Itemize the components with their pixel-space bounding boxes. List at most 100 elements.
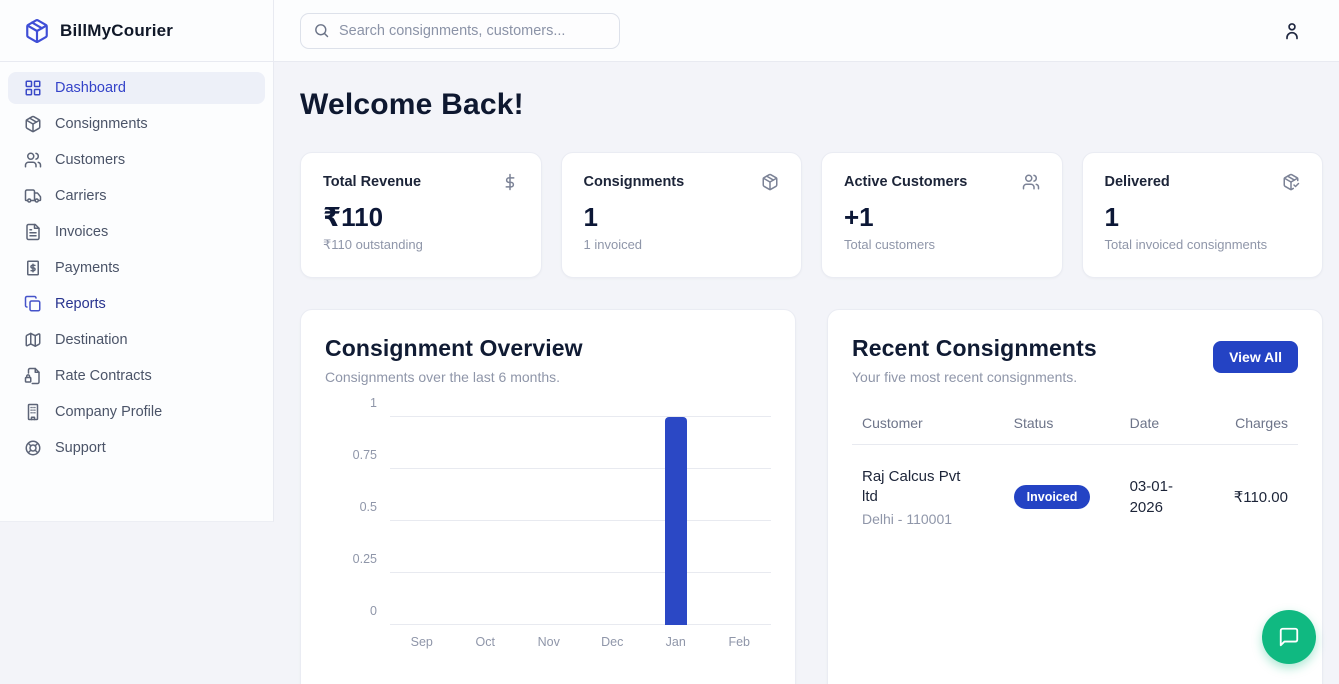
sidebar-item-label: Dashboard (55, 80, 126, 96)
dollar-icon (501, 173, 519, 191)
truck-icon (24, 187, 42, 205)
chart-x-tick-label: Nov (517, 635, 581, 649)
status-badge: Invoiced (1014, 485, 1091, 509)
search-input[interactable] (339, 23, 607, 39)
sidebar-item-label: Invoices (55, 224, 108, 240)
table-row[interactable]: Raj Calcus Pvt ltd Delhi - 110001 Invoic… (852, 445, 1298, 537)
brand: BillMyCourier (0, 0, 273, 62)
stat-subtext: Total customers (844, 237, 1040, 252)
user-menu-button[interactable] (1282, 21, 1302, 41)
sidebar-item-company-profile[interactable]: Company Profile (8, 396, 265, 428)
stat-card-consignments: Consignments 1 1 invoiced (561, 152, 803, 278)
sidebar-item-support[interactable]: Support (8, 432, 265, 464)
sidebar-item-label: Support (55, 440, 106, 456)
sidebar-item-label: Consignments (55, 116, 148, 132)
topbar (274, 0, 1339, 62)
col-header-charges: Charges (1218, 409, 1298, 445)
chart-bar[interactable] (665, 417, 687, 625)
customer-name: Raj Calcus Pvt ltd (862, 467, 968, 508)
stat-value: 1 (584, 202, 780, 233)
sidebar-item-rate-contracts[interactable]: Rate Contracts (8, 360, 265, 392)
chart-bar-column (390, 417, 454, 625)
bar-chart: 00.250.50.751 SepOctNovDecJanFeb (325, 417, 771, 649)
stat-value: ₹110 (323, 202, 519, 233)
file-lock-icon (24, 367, 42, 385)
stat-value: +1 (844, 202, 1040, 233)
chart-y-tick-label: 0 (325, 604, 377, 618)
copy-icon (24, 295, 42, 313)
chart-plot: 00.250.50.751 (390, 417, 771, 625)
sidebar-item-label: Rate Contracts (55, 368, 152, 384)
recent-consignments-card: Recent Consignments Your five most recen… (827, 309, 1323, 684)
sidebar-item-label: Payments (55, 260, 119, 276)
sidebar-item-payments[interactable]: Payments (8, 252, 265, 284)
stat-title: Total Revenue (323, 174, 421, 190)
users-icon (1022, 173, 1040, 191)
search-icon (313, 22, 330, 39)
stat-title: Delivered (1105, 174, 1170, 190)
chart-bar-column (581, 417, 645, 625)
chart-y-tick-label: 0.75 (325, 448, 377, 462)
chart-subtitle: Consignments over the last 6 months. (325, 369, 771, 385)
chart-bars (390, 417, 771, 625)
sidebar-nav: Dashboard Consignments Customers Carrier… (0, 62, 273, 478)
sidebar-item-consignments[interactable]: Consignments (8, 108, 265, 140)
chat-button[interactable] (1262, 610, 1316, 664)
recent-subtitle: Your five most recent consignments. (852, 369, 1097, 385)
stat-card-total-revenue: Total Revenue ₹110 ₹110 outstanding (300, 152, 542, 278)
brand-name: BillMyCourier (60, 21, 173, 41)
sidebar-item-label: Company Profile (55, 404, 162, 420)
stat-card-active-customers: Active Customers +1 Total customers (821, 152, 1063, 278)
sidebar-item-destination[interactable]: Destination (8, 324, 265, 356)
consignment-overview-card: Consignment Overview Consignments over t… (300, 309, 796, 684)
sidebar-item-customers[interactable]: Customers (8, 144, 265, 176)
chart-bar-column (454, 417, 518, 625)
chart-bar-column (517, 417, 581, 625)
stats-row: Total Revenue ₹110 ₹110 outstanding Cons… (300, 152, 1323, 278)
file-text-icon (24, 223, 42, 241)
sidebar-item-label: Destination (55, 332, 128, 348)
customer-location: Delhi - 110001 (862, 511, 994, 527)
consignment-charges: ₹110.00 (1218, 445, 1298, 537)
stat-subtext: Total invoiced consignments (1105, 237, 1301, 252)
stat-title: Consignments (584, 174, 685, 190)
chart-y-tick-label: 0.5 (325, 500, 377, 514)
sidebar-item-carriers[interactable]: Carriers (8, 180, 265, 212)
package-check-icon (1282, 173, 1300, 191)
life-buoy-icon (24, 439, 42, 457)
col-header-status: Status (1004, 409, 1120, 445)
chat-bubble-icon (1278, 626, 1300, 648)
main-content: Welcome Back! Total Revenue ₹110 ₹110 ou… (274, 62, 1339, 684)
sidebar-item-invoices[interactable]: Invoices (8, 216, 265, 248)
sidebar: BillMyCourier Dashboard Consignments Cus… (0, 0, 274, 522)
consignment-date: 03-01-2026 (1130, 476, 1196, 518)
stat-title: Active Customers (844, 174, 967, 190)
layout-grid-icon (24, 79, 42, 97)
users-icon (24, 151, 42, 169)
user-icon (1282, 21, 1302, 41)
sidebar-item-label: Reports (55, 296, 106, 312)
recent-title: Recent Consignments (852, 335, 1097, 362)
search-box[interactable] (300, 13, 620, 49)
stat-value: 1 (1105, 202, 1301, 233)
chart-bar-column (644, 417, 708, 625)
chart-x-tick-label: Dec (581, 635, 645, 649)
chart-x-labels: SepOctNovDecJanFeb (390, 635, 771, 649)
package-logo-icon (24, 18, 50, 44)
sidebar-item-dashboard[interactable]: Dashboard (8, 72, 265, 104)
chart-y-tick-label: 1 (325, 396, 377, 410)
chart-title: Consignment Overview (325, 335, 771, 362)
chart-x-tick-label: Feb (708, 635, 772, 649)
chart-y-tick-label: 0.25 (325, 552, 377, 566)
building-icon (24, 403, 42, 421)
stat-card-delivered: Delivered 1 Total invoiced consignments (1082, 152, 1324, 278)
sidebar-item-label: Carriers (55, 188, 107, 204)
chart-x-tick-label: Oct (454, 635, 518, 649)
sidebar-item-reports[interactable]: Reports (8, 288, 265, 320)
panels-row: Consignment Overview Consignments over t… (300, 309, 1323, 684)
view-all-button[interactable]: View All (1213, 341, 1298, 373)
map-icon (24, 331, 42, 349)
stat-subtext: 1 invoiced (584, 237, 780, 252)
package-icon (24, 115, 42, 133)
receipt-dollar-icon (24, 259, 42, 277)
